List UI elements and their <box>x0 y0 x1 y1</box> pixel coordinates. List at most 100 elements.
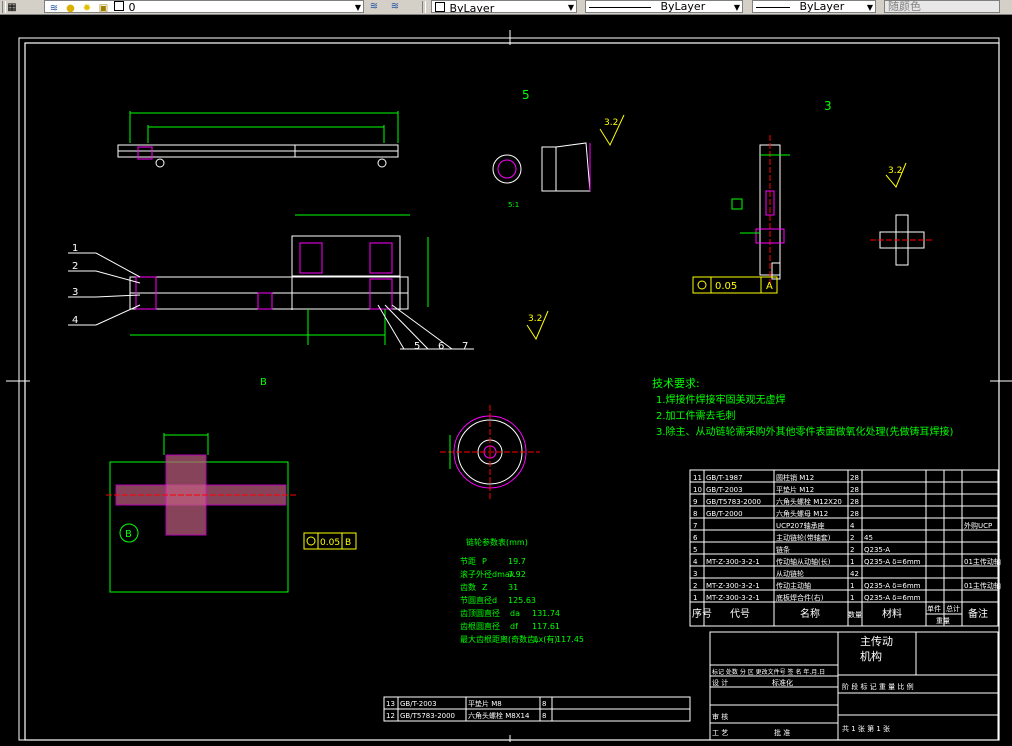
front-view-assembly <box>129 214 429 345</box>
params-table: 节距 P 19.7 滚子外径dmax 7.92 齿数 Z 31 节圆直径d 12… <box>460 557 584 644</box>
tolerance-A-value: 0.05 <box>715 281 737 292</box>
view3-shaft <box>731 135 790 285</box>
color-swatch-icon <box>114 1 124 11</box>
top-view-assembly <box>117 111 399 168</box>
properties-toolbar: ▦ ≋ ● ✹ ▣ 0 ▼ ≋ ≋ ByLayer ▼ ByLayer ▼ By… <box>0 0 1012 15</box>
chevron-down-icon[interactable]: ▼ <box>734 2 740 12</box>
balloon-5: 5 <box>414 341 420 352</box>
bom-name: UCP207轴承座 <box>776 521 825 530</box>
bom-extra-code: GB/T5783-2000 <box>400 712 455 720</box>
bom-header-single: 单件 <box>927 604 941 613</box>
bom-material: Q235-A δ=6mm <box>864 582 921 590</box>
bom-qty: 1 <box>850 558 854 566</box>
bom-header-no: 序号 <box>692 607 712 620</box>
title-approve: 批 准 <box>774 728 790 737</box>
tech-req-item-2: 2.加工件需去毛刺 <box>656 410 736 422</box>
bom-name: 主动链轮(带轴套) <box>776 533 831 542</box>
balloon-1: 1 <box>72 243 78 254</box>
bom-name: 链条 <box>776 545 790 554</box>
bom-material: Q235-A δ=6mm <box>864 594 921 602</box>
bom-no: 5 <box>693 546 697 554</box>
plotstyle-dropdown[interactable]: 随颜色 <box>884 0 1000 13</box>
bom-qty: 28 <box>850 510 859 518</box>
bom-no: 6 <box>693 534 698 542</box>
color-value: ByLayer <box>449 2 495 13</box>
param-sym: Z <box>482 583 488 592</box>
bom-material: Q235-A δ=6mm <box>864 558 921 566</box>
roughness-3: 3.2 <box>888 166 902 176</box>
bom-qty: 2 <box>850 546 854 554</box>
bom-extra-qty: 8 <box>542 712 546 720</box>
bom-header-name: 名称 <box>800 607 820 620</box>
param-label: 滚子外径dmax <box>460 569 515 579</box>
title-review: 审 核 <box>712 712 728 721</box>
bom-header-material: 材料 <box>882 607 902 620</box>
toolbar-separator <box>2 1 6 13</box>
bom-name: 圆柱销 M12 <box>776 473 814 482</box>
param-val: 31 <box>508 583 518 592</box>
roughness-2: 3.2 <box>528 314 542 324</box>
title-design: 设 计 <box>712 678 728 687</box>
bom-name: 从动链轮 <box>776 569 804 578</box>
bom-extra-name: 平垫片 M8 <box>468 699 502 708</box>
tech-req-item-3: 3.除主、从动链轮需采购外其他零件表面做氧化处理(先做铸耳焊接) <box>656 425 953 438</box>
bom-no: 3 <box>693 570 697 578</box>
bom-extra-no: 12 <box>386 712 395 720</box>
param-sym: df <box>510 622 518 631</box>
bom-qty: 28 <box>850 474 859 482</box>
bom-qty: 4 <box>850 522 855 530</box>
make-layer-current-icon[interactable]: ≋ <box>368 1 380 12</box>
tech-req-title: 技术要求: <box>652 377 700 390</box>
lineweight-dropdown[interactable]: ByLayer ▼ <box>752 0 876 13</box>
cross-section-part <box>870 214 934 266</box>
balloon-7: 7 <box>462 341 468 352</box>
bom-extra-no: 13 <box>386 700 395 708</box>
bom-name: 底板焊合件(右) <box>776 593 824 602</box>
bom-header-weight: 重量 <box>936 617 950 625</box>
cad-drawing: 1 2 3 4 5 6 7 3.2 3.2 3.2 5 5:1 3 0.05 A… <box>6 30 1012 742</box>
bom-qty: 42 <box>850 570 859 578</box>
param-val: 117.45 <box>556 635 584 644</box>
balloon-6: 6 <box>438 341 444 352</box>
bom-code: GB/T-2003 <box>706 486 743 494</box>
tolerance-B-value: 0.05 <box>320 538 340 548</box>
bom-no: 9 <box>693 498 697 506</box>
bom-name: 六角头螺栓 M12X20 <box>776 497 842 506</box>
layer-dropdown[interactable]: ≋ ● ✹ ▣ 0 ▼ <box>44 0 364 13</box>
layer-previous-icon[interactable]: ≋ <box>389 1 401 12</box>
drawing-canvas[interactable]: 1 2 3 4 5 6 7 3.2 3.2 3.2 5 5:1 3 0.05 A… <box>0 15 1012 742</box>
param-label: 最大齿根距离(奇数齿) <box>460 634 538 644</box>
bom-qty: 28 <box>850 486 859 494</box>
param-label: 齿根圆直径 <box>460 621 500 631</box>
param-val: 125.63 <box>508 596 536 605</box>
param-val: 7.92 <box>508 570 526 579</box>
title-sheets: 共 1 张 第 1 张 <box>842 724 890 733</box>
bom-code: MT-Z-300-3-2-1 <box>706 558 760 566</box>
linetype-dropdown[interactable]: ByLayer ▼ <box>585 0 743 13</box>
bom-qty: 1 <box>850 594 854 602</box>
lock-icon[interactable]: ▣ <box>98 3 110 12</box>
toolbar-separator <box>422 1 426 13</box>
chevron-down-icon[interactable]: ▼ <box>355 2 361 12</box>
linetype-sample <box>589 6 651 8</box>
bom-material: Q235-A <box>864 546 890 554</box>
bulb-icon[interactable]: ● <box>65 3 77 12</box>
param-val: 131.74 <box>532 609 560 618</box>
balloon-2: 2 <box>72 261 78 272</box>
color-dropdown[interactable]: ByLayer ▼ <box>431 0 577 13</box>
chevron-down-icon[interactable]: ▼ <box>867 2 873 12</box>
layer-manager-icon[interactable]: ▦ <box>6 2 18 13</box>
title-stage: 阶 段 标 记 重 量 比 例 <box>842 682 914 691</box>
sun-icon[interactable]: ✹ <box>81 3 93 12</box>
tech-req-item-1: 1.焊接件焊接牢固美观无虚焊 <box>656 393 786 406</box>
scale-label: 5:1 <box>508 201 519 209</box>
bom-note: 01主传动轴 <box>964 581 1001 590</box>
chevron-down-icon[interactable]: ▼ <box>568 2 574 12</box>
param-label: 节距 <box>460 557 476 566</box>
plotstyle-value: 随颜色 <box>888 0 921 13</box>
params-title: 链轮参数表(mm) <box>466 537 528 547</box>
view-label-5: 5 <box>522 88 530 102</box>
bom-extra-code: GB/T-2003 <box>400 700 437 708</box>
color-swatch-icon <box>435 2 445 12</box>
param-sym: da <box>510 609 520 618</box>
